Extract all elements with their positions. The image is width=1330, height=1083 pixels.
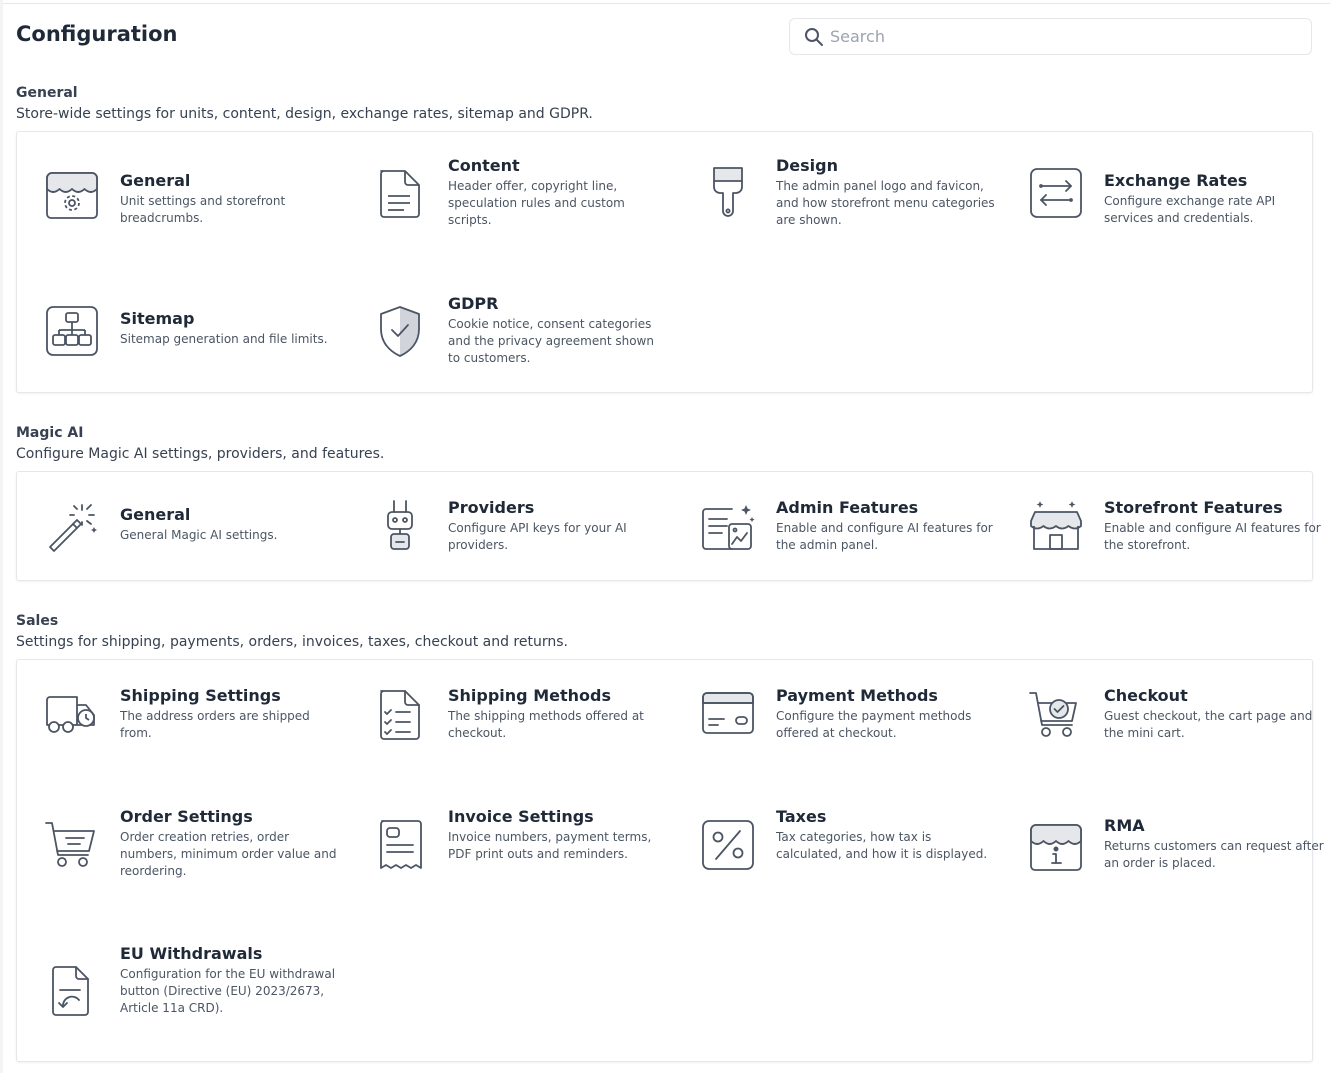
item-title: Invoice Settings <box>448 807 594 826</box>
magic-wand-icon <box>44 499 100 555</box>
section-description-magic-ai: Configure Magic AI settings, providers, … <box>16 446 385 462</box>
top-border <box>0 3 1330 4</box>
exchange-arrows-icon <box>1028 165 1084 221</box>
item-description: The admin panel logo and favicon, and ho… <box>776 179 995 227</box>
store-info-icon <box>1028 817 1084 873</box>
item-description: The address orders are shipped from. <box>120 709 310 740</box>
config-item-shipping-settings[interactable]: Shipping Settings The address orders are… <box>44 686 344 807</box>
item-title: Sitemap <box>120 309 195 328</box>
item-description: Enable and configure AI features for the… <box>1104 521 1321 552</box>
item-description: General Magic AI settings. <box>120 528 278 542</box>
item-title: Order Settings <box>120 807 253 826</box>
page-title: Configuration <box>16 22 178 46</box>
store-settings-icon <box>44 165 100 221</box>
item-description: Header offer, copyright line, speculatio… <box>448 179 625 227</box>
item-title: Shipping Settings <box>120 686 281 705</box>
config-item-eu-withdrawals[interactable]: EU Withdrawals Configuration for the EU … <box>44 944 344 1083</box>
section-card-magic-ai: General General Magic AI settings. Provi… <box>16 471 1321 581</box>
item-title: Shipping Methods <box>448 686 611 705</box>
item-title: Checkout <box>1104 686 1188 705</box>
item-title: Content <box>448 156 520 175</box>
section-card-sales: Shipping Settings The address orders are… <box>16 659 1324 1062</box>
item-description: Configure exchange rate API services and… <box>1104 194 1276 225</box>
item-description: Enable and configure AI features for the… <box>776 521 993 552</box>
paintbrush-icon <box>700 165 756 221</box>
ai-document-icon <box>700 499 756 555</box>
section-card-general: General Unit settings and storefront bre… <box>16 131 1313 393</box>
ai-storefront-icon <box>1028 499 1084 555</box>
config-item-invoice-settings[interactable]: Invoice Settings Invoice numbers, paymen… <box>372 807 672 937</box>
percent-icon <box>700 817 756 873</box>
item-title: Design <box>776 156 838 175</box>
item-description: The shipping methods offered at checkout… <box>448 709 644 740</box>
item-title: Storefront Features <box>1104 498 1283 517</box>
config-item-admin-features[interactable]: Admin Features Enable and configure AI f… <box>700 498 1000 619</box>
item-description: Cookie notice, consent categories and th… <box>448 317 654 365</box>
config-item-content[interactable]: Content Header offer, copyright line, sp… <box>372 156 672 285</box>
item-description: Sitemap generation and file limits. <box>120 332 328 346</box>
cart-list-icon <box>44 817 100 873</box>
left-border <box>0 0 3 1073</box>
shield-check-icon <box>372 303 428 359</box>
document-icon <box>372 165 428 221</box>
item-title: Payment Methods <box>776 686 938 705</box>
config-item-providers[interactable]: Providers Configure API keys for your AI… <box>372 498 672 619</box>
invoice-icon <box>372 817 428 873</box>
item-title: Providers <box>448 498 535 517</box>
item-title: Admin Features <box>776 498 919 517</box>
config-item-gdpr[interactable]: GDPR Cookie notice, consent categories a… <box>372 294 672 423</box>
config-item-magic-ai-general[interactable]: General General Magic AI settings. <box>44 499 344 619</box>
credit-card-icon <box>700 687 756 743</box>
item-description: Guest checkout, the cart page and the mi… <box>1104 709 1313 740</box>
config-item-shipping-methods[interactable]: Shipping Methods The shipping methods of… <box>372 686 672 807</box>
config-item-design[interactable]: Design The admin panel logo and favicon,… <box>700 156 1000 285</box>
item-description: Tax categories, how tax is calculated, a… <box>776 830 988 861</box>
config-item-storefront-features[interactable]: Storefront Features Enable and configure… <box>1028 498 1328 619</box>
item-description: Configuration for the EU withdrawal butt… <box>120 967 336 1015</box>
item-description: Unit settings and storefront breadcrumbs… <box>120 194 286 225</box>
robot-plug-icon <box>372 499 428 555</box>
item-title: GDPR <box>448 294 499 313</box>
item-description: Invoice numbers, payment terms, PDF prin… <box>448 830 652 861</box>
sitemap-icon <box>44 303 100 359</box>
search-input[interactable] <box>830 19 1300 54</box>
item-title: RMA <box>1104 816 1145 835</box>
config-item-general[interactable]: General Unit settings and storefront bre… <box>44 165 344 285</box>
cart-check-icon <box>1028 687 1084 743</box>
config-item-exchange-rates[interactable]: Exchange Rates Configure exchange rate A… <box>1028 165 1328 285</box>
item-description: Configure API keys for your AI providers… <box>448 521 627 552</box>
section-title-general: General <box>16 85 78 101</box>
config-item-sitemap[interactable]: Sitemap Sitemap generation and file limi… <box>44 303 344 423</box>
item-title: General <box>120 171 191 190</box>
config-item-order-settings[interactable]: Order Settings Order creation retries, o… <box>44 807 344 937</box>
config-item-payment-methods[interactable]: Payment Methods Configure the payment me… <box>700 686 1000 807</box>
section-description-sales: Settings for shipping, payments, orders,… <box>16 634 568 650</box>
item-title: EU Withdrawals <box>120 944 263 963</box>
search-box[interactable] <box>789 18 1312 55</box>
item-description: Returns customers can request after an o… <box>1104 839 1324 870</box>
section-description-general: Store-wide settings for units, content, … <box>16 106 593 122</box>
config-item-taxes[interactable]: Taxes Tax categories, how tax is calcula… <box>700 807 1000 937</box>
item-title: Exchange Rates <box>1104 171 1248 190</box>
config-item-rma[interactable]: RMA Returns customers can request after … <box>1028 816 1328 937</box>
delivery-truck-icon <box>44 687 100 743</box>
config-item-checkout[interactable]: Checkout Guest checkout, the cart page a… <box>1028 686 1328 807</box>
checklist-icon <box>372 687 428 743</box>
document-return-icon <box>44 963 100 1019</box>
item-description: Order creation retries, order numbers, m… <box>120 830 337 878</box>
item-title: General <box>120 505 191 524</box>
item-title: Taxes <box>776 807 827 826</box>
search-icon <box>805 28 823 46</box>
item-description: Configure the payment methods offered at… <box>776 709 972 740</box>
section-title-magic-ai: Magic AI <box>16 425 84 441</box>
section-title-sales: Sales <box>16 613 59 629</box>
